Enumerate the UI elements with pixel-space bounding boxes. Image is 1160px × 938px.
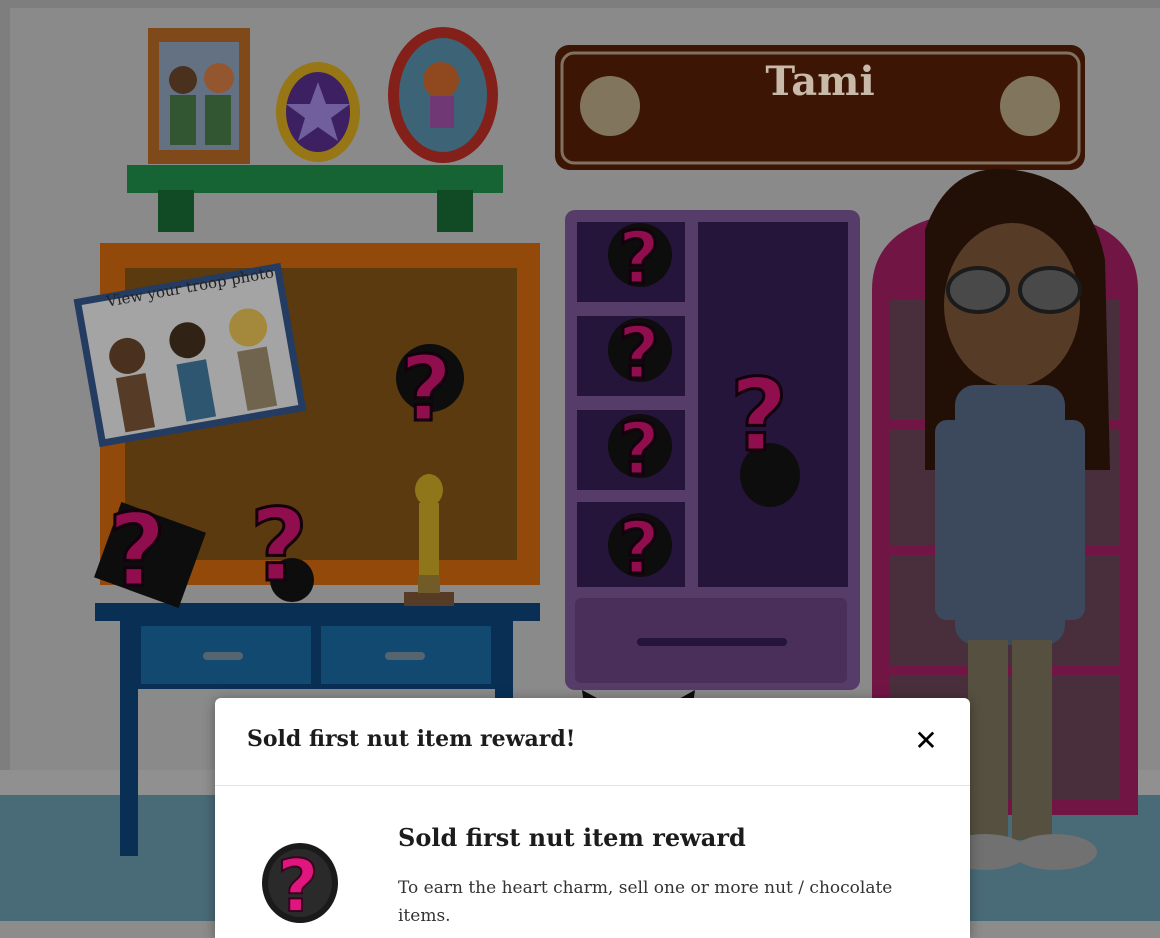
close-button[interactable]: ✕ bbox=[912, 726, 940, 756]
svg-text:?: ? bbox=[277, 844, 319, 923]
reward-description: To earn the heart charm, sell one or mor… bbox=[398, 878, 893, 926]
close-icon: ✕ bbox=[914, 724, 938, 757]
reward-modal: Sold first nut item reward! ✕ ? Sold fir… bbox=[215, 698, 970, 938]
modal-title: Sold first nut item reward! bbox=[247, 726, 576, 752]
modal-header: Sold first nut item reward! ✕ bbox=[215, 698, 970, 786]
locked-reward-icon: ? bbox=[260, 833, 340, 929]
reward-name: Sold first nut item reward bbox=[398, 823, 746, 852]
nameplate-name: Tami bbox=[765, 58, 875, 105]
